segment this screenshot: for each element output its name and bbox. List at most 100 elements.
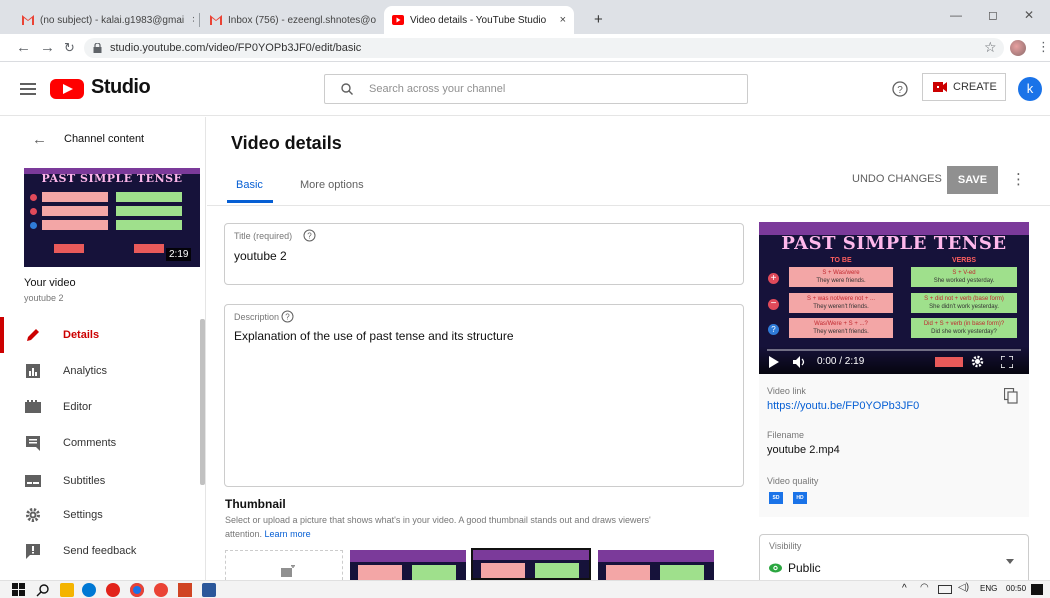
close-window-button[interactable]: ✕ bbox=[1024, 8, 1034, 22]
browser-tab-youtube-studio[interactable]: Video details - YouTube Studio × bbox=[384, 6, 574, 34]
notification-icon[interactable] bbox=[1031, 584, 1043, 595]
hamburger-menu-icon[interactable] bbox=[20, 83, 36, 95]
undo-changes-button[interactable]: UNDO CHANGES bbox=[852, 173, 942, 185]
video-thumbnail[interactable]: PAST SIMPLE TENSE 2:19 bbox=[24, 168, 200, 267]
tab-basic[interactable]: Basic bbox=[227, 169, 273, 203]
minimize-button[interactable]: — bbox=[950, 8, 962, 22]
new-tab-button[interactable]: + bbox=[594, 11, 603, 28]
language-indicator[interactable]: ENG bbox=[980, 584, 997, 593]
cell-text: S + was not/were not + ... bbox=[806, 296, 876, 302]
sidebar-item-subtitles[interactable]: Subtitles bbox=[0, 463, 200, 499]
minus-dot-icon bbox=[30, 208, 37, 215]
browser-tab-gmail-1[interactable]: (no subject) - kalai.g1983@gmai × bbox=[14, 6, 194, 34]
youtube-logo-icon bbox=[50, 79, 84, 99]
sidebar: ← Channel content PAST SIMPLE TENSE 2:19… bbox=[0, 117, 206, 580]
page-title: Video details bbox=[231, 133, 342, 153]
windows-start-icon[interactable] bbox=[12, 583, 26, 597]
tab-more-options[interactable]: More options bbox=[300, 179, 364, 191]
video-player[interactable]: PAST SIMPLE TENSE TO BE VERBS + S + Was/… bbox=[759, 222, 1029, 374]
network-icon[interactable]: ◠ bbox=[920, 582, 929, 593]
player-cell: S + was not/were not + ... They weren't f… bbox=[789, 293, 893, 313]
channel-content-link[interactable]: Channel content bbox=[64, 133, 144, 145]
url-text: studio.youtube.com/video/FP0YOPb3JF0/edi… bbox=[110, 42, 362, 54]
search-input[interactable]: Search across your channel bbox=[324, 74, 748, 104]
sidebar-item-label: Settings bbox=[63, 509, 103, 521]
account-avatar[interactable]: k bbox=[1018, 77, 1042, 101]
player-cell: Did + S + verb (in base form)? Did she wo… bbox=[911, 318, 1017, 338]
save-button[interactable]: SAVE bbox=[947, 166, 998, 194]
app-icon[interactable] bbox=[106, 583, 120, 597]
cell-subtext: Did she work yesterday? bbox=[931, 329, 997, 335]
learn-more-link[interactable]: Learn more bbox=[265, 529, 311, 539]
thumbnail-description: Select or upload a picture that shows wh… bbox=[225, 515, 651, 525]
thumbnail-option[interactable] bbox=[598, 550, 714, 580]
tab-close-icon[interactable]: × bbox=[184, 14, 194, 26]
sidebar-item-label: Details bbox=[63, 329, 100, 341]
sidebar-item-comments[interactable]: Comments bbox=[0, 425, 200, 461]
battery-icon[interactable] bbox=[938, 585, 952, 594]
more-vert-icon[interactable]: ⋮ bbox=[1011, 170, 1026, 188]
bookmark-star-icon[interactable]: ☆ bbox=[984, 39, 997, 56]
play-icon[interactable] bbox=[769, 356, 779, 368]
thumb-cell bbox=[42, 206, 108, 216]
reload-icon[interactable]: ↻ bbox=[64, 39, 75, 57]
sidebar-item-label: Subtitles bbox=[63, 475, 106, 487]
word-icon[interactable] bbox=[202, 583, 216, 597]
settings-icon[interactable] bbox=[971, 355, 984, 368]
profile-avatar-icon[interactable] bbox=[1010, 40, 1026, 56]
powerpoint-icon[interactable] bbox=[178, 583, 192, 597]
visibility-dropdown[interactable]: Visibility Public bbox=[759, 534, 1029, 580]
player-col2-heading: VERBS bbox=[951, 257, 977, 264]
help-icon[interactable]: ? bbox=[303, 229, 316, 242]
copy-icon[interactable] bbox=[1004, 388, 1018, 404]
thumbnail-option-selected[interactable] bbox=[471, 548, 591, 580]
file-explorer-icon[interactable] bbox=[60, 583, 74, 597]
help-icon[interactable]: ? bbox=[281, 310, 294, 323]
thumb-cell bbox=[535, 563, 579, 578]
chevron-up-icon[interactable]: ^ bbox=[902, 583, 907, 594]
volume-icon[interactable]: ◁) bbox=[958, 582, 969, 593]
search-icon bbox=[341, 83, 353, 95]
title-field[interactable]: Title (required) ? youtube 2 bbox=[224, 223, 744, 285]
upload-thumbnail-button[interactable] bbox=[225, 550, 343, 580]
help-icon[interactable]: ? bbox=[892, 81, 908, 97]
sidebar-scrollbar[interactable] bbox=[200, 319, 205, 485]
tab-divider bbox=[199, 13, 200, 27]
question-circle-icon: ? bbox=[768, 324, 779, 335]
cell-text: S + did not + verb (base form) bbox=[924, 296, 1004, 302]
chrome-icon[interactable] bbox=[130, 583, 144, 597]
edge-icon[interactable] bbox=[82, 583, 96, 597]
video-link[interactable]: https://youtu.be/FP0YOPb3JF0 bbox=[767, 400, 919, 412]
maximize-button[interactable]: ◻ bbox=[988, 8, 998, 22]
tab-close-icon[interactable]: × bbox=[552, 14, 566, 26]
filename: youtube 2.mp4 bbox=[767, 444, 840, 456]
browser-tab-gmail-2[interactable]: Inbox (756) - ezeengl.shnotes@o × bbox=[202, 6, 384, 34]
description-field[interactable]: Description ? Explanation of the use of … bbox=[224, 304, 744, 487]
back-arrow-icon[interactable]: ← bbox=[16, 39, 31, 57]
forward-arrow-icon[interactable]: → bbox=[40, 39, 55, 57]
studio-logo-text[interactable]: Studio bbox=[91, 76, 151, 99]
filename-label: Filename bbox=[767, 430, 805, 440]
sidebar-item-details[interactable]: Details bbox=[0, 317, 200, 353]
subtitles-icon bbox=[25, 475, 41, 487]
progress-bar[interactable] bbox=[767, 349, 1021, 351]
tab-close-icon[interactable]: × bbox=[376, 14, 384, 26]
thumb-cell bbox=[116, 192, 182, 202]
sidebar-item-analytics[interactable]: Analytics bbox=[0, 353, 200, 389]
search-icon[interactable] bbox=[36, 583, 50, 597]
opera-icon[interactable] bbox=[154, 583, 168, 597]
cell-text: S + Was/were bbox=[822, 270, 860, 276]
create-button[interactable]: CREATE bbox=[922, 73, 1006, 101]
player-col1-heading: TO BE bbox=[830, 257, 852, 264]
thumbnail-option[interactable] bbox=[350, 550, 466, 580]
fullscreen-icon[interactable] bbox=[1001, 356, 1013, 368]
sidebar-item-editor[interactable]: Editor bbox=[0, 389, 200, 425]
sidebar-item-send-feedback[interactable]: Send feedback bbox=[0, 533, 200, 569]
url-input[interactable]: studio.youtube.com/video/FP0YOPb3JF0/edi… bbox=[84, 38, 1004, 58]
clock[interactable]: 00:50 bbox=[1006, 584, 1026, 593]
browser-menu-icon[interactable]: ⋮ bbox=[1037, 39, 1050, 55]
sidebar-item-settings[interactable]: Settings bbox=[0, 497, 200, 533]
back-arrow-icon[interactable]: ← bbox=[32, 131, 47, 148]
windows-taskbar: ^ ◠ ◁) ENG 00:50 bbox=[0, 580, 1050, 598]
volume-icon[interactable] bbox=[793, 356, 807, 368]
